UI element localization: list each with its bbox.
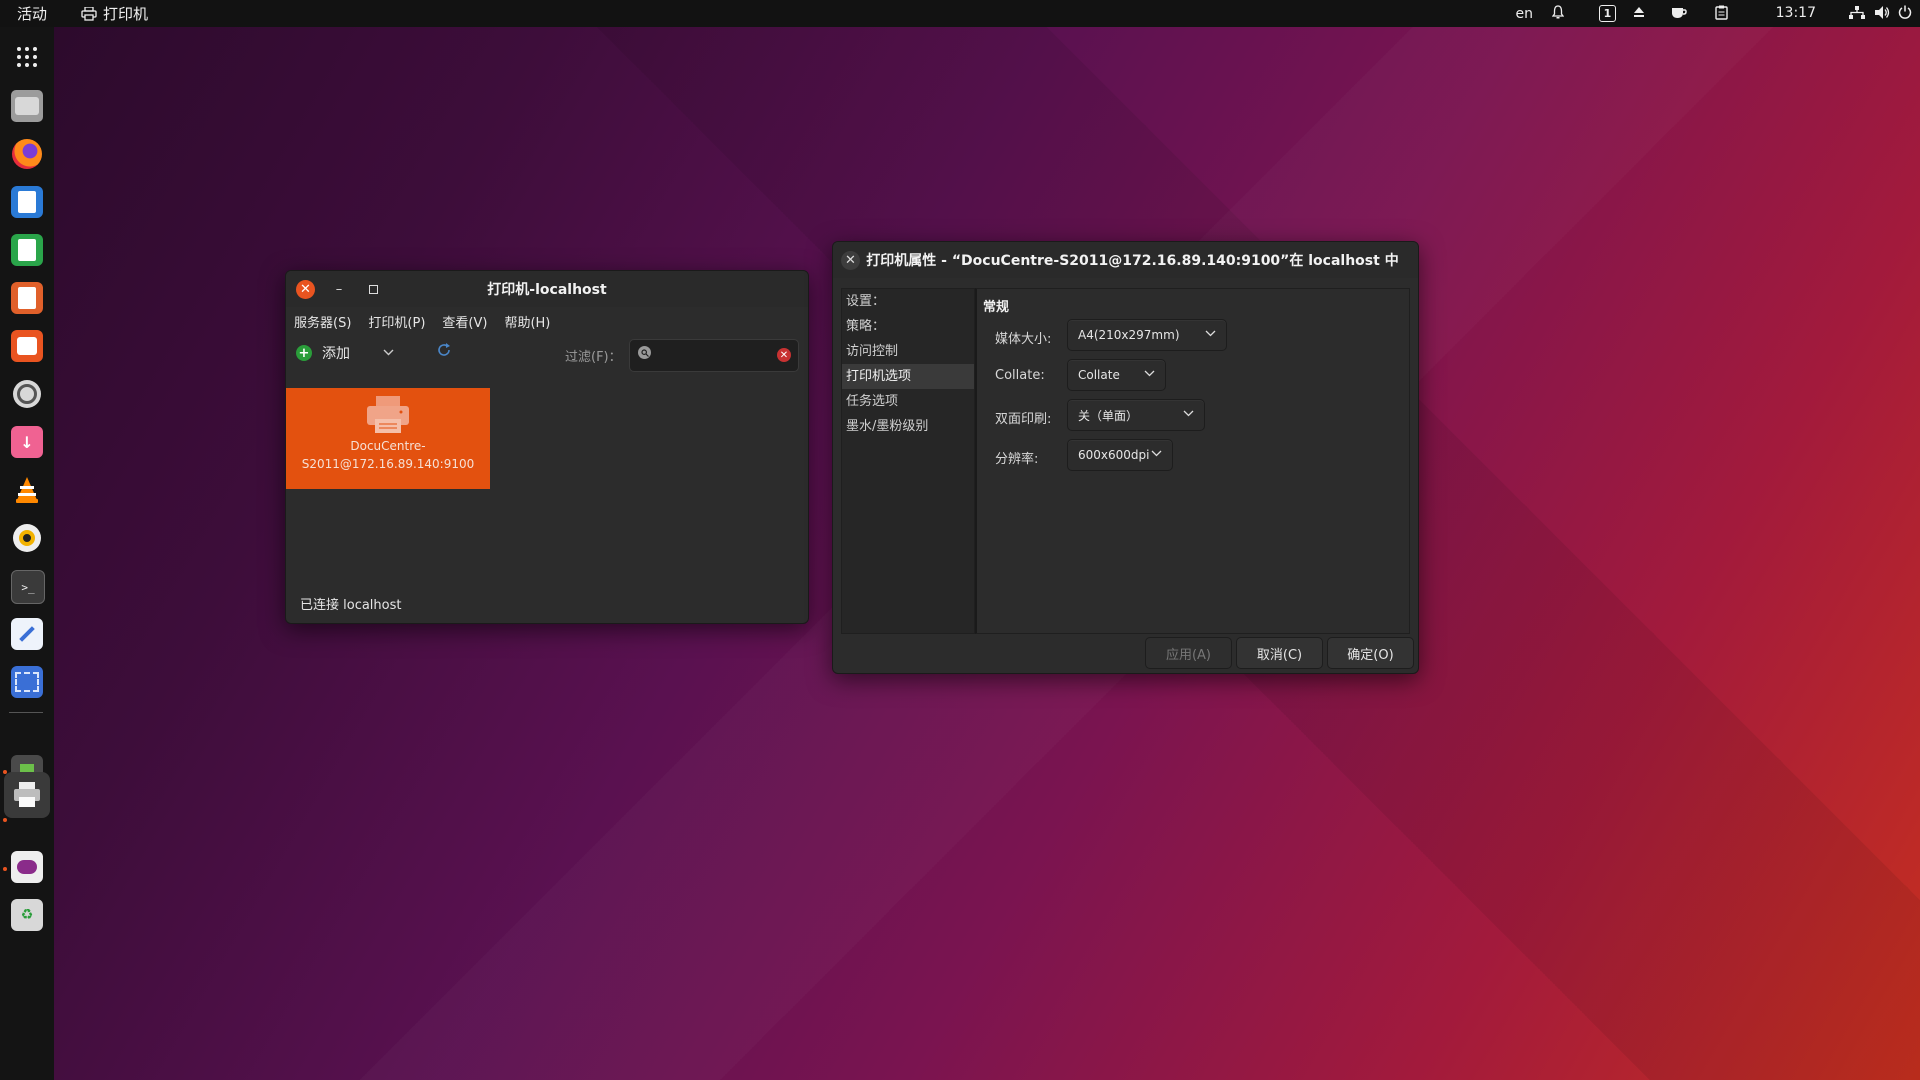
- clipboard-icon[interactable]: [1715, 5, 1728, 20]
- add-label: 添加: [322, 346, 350, 362]
- trash-icon[interactable]: ♻: [11, 899, 43, 931]
- filter-label: 过滤(F)：: [565, 350, 622, 365]
- files-icon[interactable]: [11, 90, 43, 122]
- printers-titlebar: ✕ – 打印机-localhost: [286, 271, 808, 307]
- tweaks-icon[interactable]: [11, 851, 43, 883]
- printer-icon: [367, 396, 409, 433]
- vlc-icon[interactable]: [11, 474, 43, 506]
- menubar: 服务器(S) 打印机(P) 查看(V) 帮助(H): [286, 307, 808, 335]
- menu-help[interactable]: 帮助(H): [504, 312, 550, 331]
- resolution-value: 600x600dpi: [1078, 448, 1150, 462]
- sidebar-item-access-control[interactable]: 访问控制: [842, 339, 974, 364]
- ok-button[interactable]: 确定(O): [1327, 637, 1414, 669]
- writer-icon[interactable]: [11, 186, 43, 218]
- toolbar: + 添加 过滤(F)： ✕: [286, 335, 808, 375]
- power-icon[interactable]: [1898, 5, 1912, 19]
- coffee-icon[interactable]: [1670, 5, 1688, 19]
- firefox-icon[interactable]: [11, 138, 43, 170]
- input-language[interactable]: en: [1516, 6, 1534, 22]
- window-title: 打印机-localhost: [487, 282, 607, 298]
- duplex-value: 关（单面）: [1078, 408, 1139, 423]
- properties-titlebar: ✕ 打印机属性 - “DocuCentre-S2011@172.16.89.14…: [833, 242, 1418, 278]
- running-indicator: [3, 818, 7, 822]
- refresh-icon[interactable]: [436, 342, 452, 363]
- chevron-down-icon: [1183, 407, 1194, 420]
- running-indicator: [3, 867, 7, 871]
- media-size-label: 媒体大小:: [995, 332, 1052, 347]
- plus-icon: +: [296, 345, 312, 361]
- app-menu[interactable]: 打印机: [81, 3, 148, 24]
- network-icon[interactable]: [1849, 6, 1865, 19]
- chevron-down-icon: [1205, 327, 1216, 340]
- settings-icon[interactable]: [11, 378, 43, 410]
- printer-properties-window: ✕ 打印机属性 - “DocuCentre-S2011@172.16.89.14…: [832, 241, 1419, 674]
- chevron-down-icon: [1151, 447, 1162, 460]
- printers-window: ✕ – 打印机-localhost 服务器(S) 打印机(P) 查看(V) 帮助…: [285, 270, 809, 624]
- printers-icon[interactable]: [11, 779, 43, 811]
- printer-name-line1: DocuCentre-: [350, 439, 426, 453]
- software-icon[interactable]: [11, 330, 43, 362]
- impress-icon[interactable]: [11, 282, 43, 314]
- add-button[interactable]: + 添加: [296, 343, 350, 363]
- rhythmbox-icon[interactable]: [11, 522, 43, 554]
- dock: ↓ >_ ♻: [0, 27, 54, 1080]
- duplex-select[interactable]: 关（单面）: [1067, 399, 1205, 431]
- search-icon: [638, 346, 651, 359]
- sidebar-item-ink-levels[interactable]: 墨水/墨粉级别: [842, 414, 974, 439]
- collate-select[interactable]: Collate: [1067, 359, 1166, 391]
- clock[interactable]: 13:17: [1776, 5, 1816, 21]
- printer-icon: [81, 6, 97, 21]
- apps-grid-icon[interactable]: [11, 41, 43, 73]
- collate-label: Collate:: [995, 368, 1045, 383]
- activities-button[interactable]: 活动: [17, 3, 47, 24]
- calc-icon[interactable]: [11, 234, 43, 266]
- app-name: 打印机: [103, 5, 149, 23]
- dialog-buttons: 应用(A) 取消(C) 确定(O): [1145, 637, 1414, 669]
- screenshot-icon[interactable]: [11, 666, 43, 698]
- menu-printer[interactable]: 打印机(P): [368, 312, 425, 331]
- properties-sidebar: 设置： 策略： 访问控制 打印机选项 任务选项 墨水/墨粉级别: [841, 288, 975, 634]
- apply-button[interactable]: 应用(A): [1145, 637, 1232, 669]
- properties-panel: 常规 媒体大小: A4(210x297mm) Collate: Collate …: [975, 288, 1410, 634]
- dock-separator: [9, 712, 43, 713]
- installer-icon[interactable]: ↓: [11, 426, 43, 458]
- add-dropdown-chevron-icon[interactable]: [383, 345, 394, 359]
- filter-input[interactable]: ✕: [629, 339, 799, 372]
- resolution-label: 分辨率:: [995, 452, 1039, 467]
- menu-view[interactable]: 查看(V): [442, 312, 487, 331]
- workspace-indicator[interactable]: 1: [1599, 5, 1616, 22]
- menu-server[interactable]: 服务器(S): [294, 312, 351, 331]
- text-editor-icon[interactable]: [11, 618, 43, 650]
- window-title: 打印机属性 - “DocuCentre-S2011@172.16.89.140:…: [866, 253, 1399, 269]
- printer-item[interactable]: DocuCentre- S2011@172.16.89.140:9100: [286, 388, 490, 489]
- cancel-button[interactable]: 取消(C): [1236, 637, 1323, 669]
- eject-icon[interactable]: [1633, 6, 1645, 18]
- sidebar-item-job-options[interactable]: 任务选项: [842, 389, 974, 414]
- terminal-icon[interactable]: >_: [11, 570, 45, 604]
- printer-name-line2: S2011@172.16.89.140:9100: [301, 457, 475, 471]
- media-size-value: A4(210x297mm): [1078, 328, 1180, 342]
- sidebar-item-settings[interactable]: 设置：: [842, 289, 974, 314]
- resolution-select[interactable]: 600x600dpi: [1067, 439, 1173, 471]
- duplex-label: 双面印刷:: [995, 412, 1052, 427]
- section-heading: 常规: [983, 300, 1010, 315]
- top-bar: 活动 打印机 en 1 13:17: [0, 0, 1920, 27]
- status-text: 已连接 localhost: [300, 598, 402, 613]
- collate-value: Collate: [1078, 368, 1120, 382]
- clear-icon[interactable]: ✕: [777, 348, 791, 362]
- media-size-select[interactable]: A4(210x297mm): [1067, 319, 1227, 351]
- notification-icon[interactable]: [1552, 5, 1564, 19]
- chevron-down-icon: [1144, 367, 1155, 380]
- volume-icon[interactable]: [1875, 6, 1890, 19]
- sidebar-item-policies[interactable]: 策略：: [842, 314, 974, 339]
- sidebar-item-printer-options[interactable]: 打印机选项: [842, 364, 974, 389]
